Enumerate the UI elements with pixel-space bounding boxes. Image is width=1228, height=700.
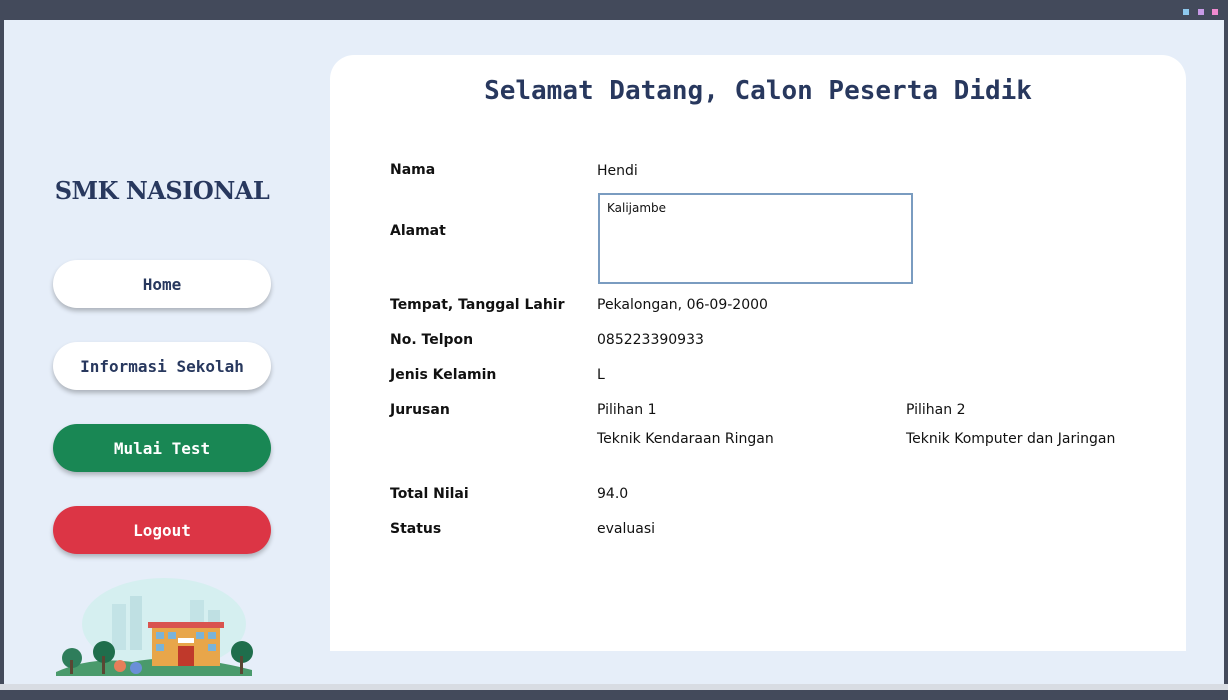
label-jurusan: Jurusan (390, 402, 450, 418)
home-button[interactable]: Home (53, 260, 271, 308)
close-icon[interactable] (1212, 9, 1218, 15)
logout-button[interactable]: Logout (53, 506, 271, 554)
start-test-button[interactable]: Mulai Test (53, 424, 271, 472)
label-nama: Nama (390, 162, 436, 178)
value-total-nilai: 94.0 (597, 486, 629, 502)
value-nama: Hendi (597, 163, 638, 179)
label-status: Status (390, 521, 442, 537)
maximize-icon[interactable] (1198, 9, 1204, 15)
student-info-card: Selamat Datang, Calon Peserta Didik Nama… (330, 55, 1186, 651)
label-total-nilai: Total Nilai (390, 486, 469, 502)
window-titlebar (0, 0, 1228, 20)
alamat-field[interactable]: Kalijambe (598, 193, 913, 284)
value-status: evaluasi (597, 521, 656, 537)
label-telpon: No. Telpon (390, 332, 474, 348)
value-ttl: Pekalongan, 06-09-2000 (597, 297, 768, 313)
app-window: SMK NASIONAL Home Informasi Sekolah Mula… (4, 20, 1224, 684)
label-alamat: Alamat (390, 223, 446, 239)
school-building-illustration (56, 578, 253, 676)
minimize-icon[interactable] (1183, 9, 1189, 15)
school-info-button[interactable]: Informasi Sekolah (53, 342, 271, 390)
pilihan-1-value: Teknik Kendaraan Ringan (597, 431, 774, 447)
value-jenis-kelamin: L (597, 367, 605, 383)
pilihan-2-label: Pilihan 2 (906, 402, 966, 418)
pilihan-2-value: Teknik Komputer dan Jaringan (906, 431, 1116, 447)
page-title: Selamat Datang, Calon Peserta Didik (484, 76, 1032, 106)
value-telpon: 085223390933 (597, 332, 704, 348)
window-bottom-edge (0, 684, 1228, 690)
label-ttl: Tempat, Tanggal Lahir (390, 297, 565, 313)
label-jenis-kelamin: Jenis Kelamin (390, 367, 497, 383)
pilihan-1-label: Pilihan 1 (597, 402, 657, 418)
school-name: SMK NASIONAL (54, 176, 270, 205)
